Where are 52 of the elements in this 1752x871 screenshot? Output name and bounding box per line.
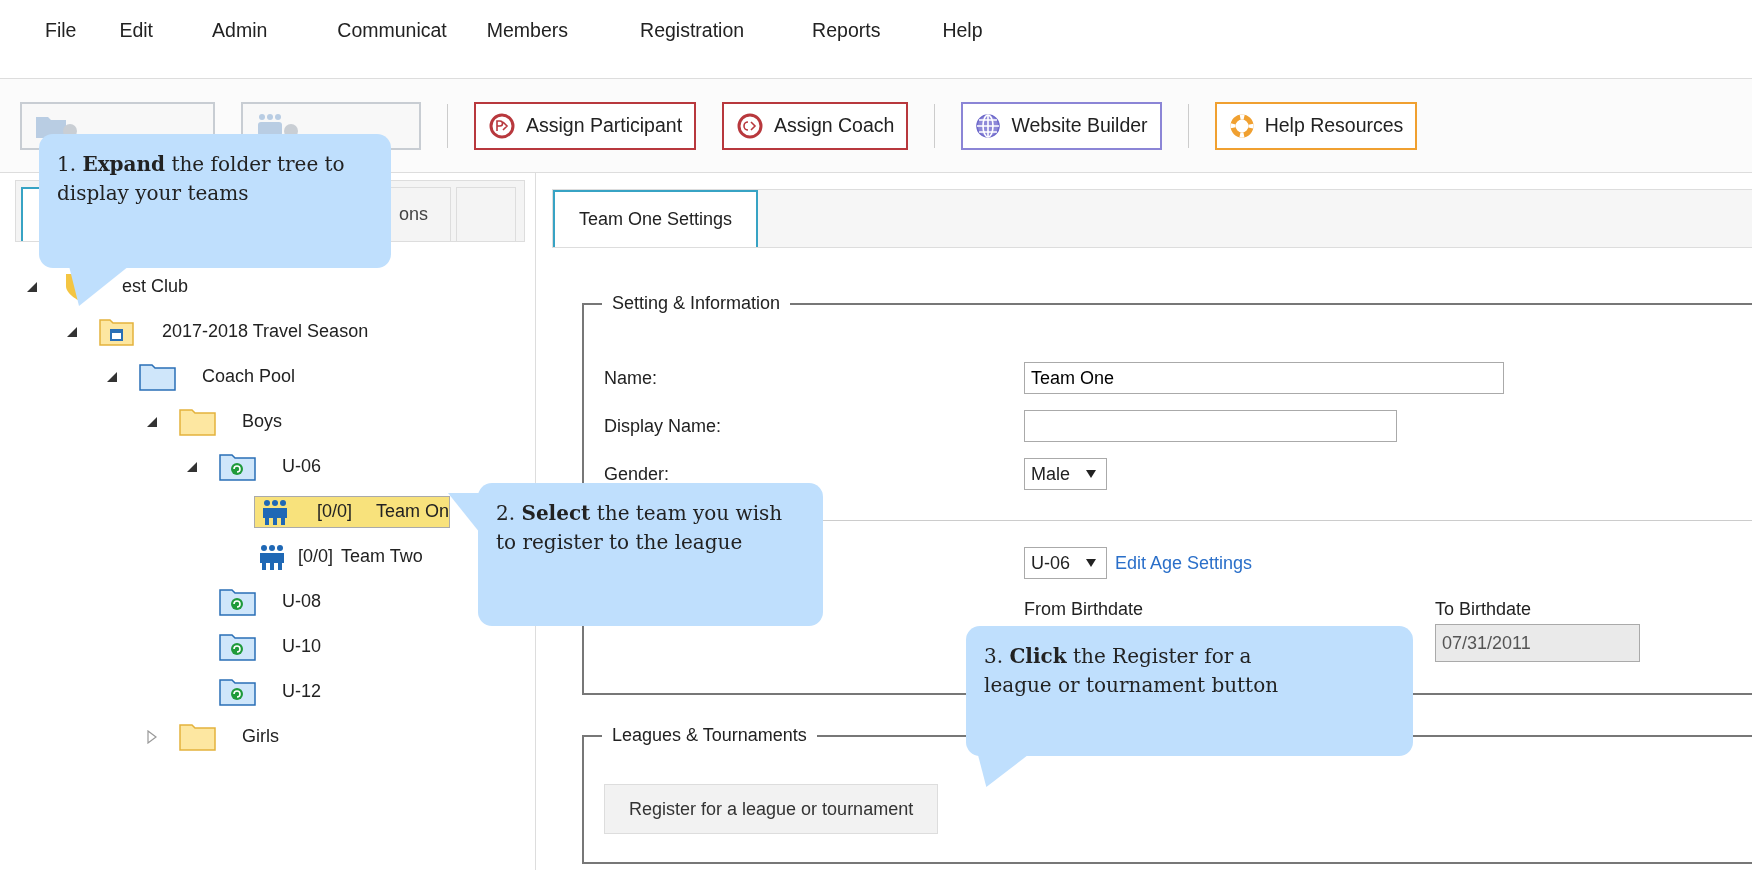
tree-item[interactable]: [0/0] Team On [254,495,451,528]
menu-item[interactable]: Reports [812,18,881,42]
tree-item[interactable]: U-12 [214,671,325,712]
tree-item[interactable]: [0/0] Team Two [254,536,423,577]
tree-item[interactable]: U-08 [214,581,325,622]
menu-item[interactable]: Members [486,18,569,42]
field-label: To Birthdate [1435,599,1533,620]
field-label: From Birthdate [1024,599,1144,620]
lifebuoy-icon [1228,112,1255,139]
toolbar-button[interactable]: Assign Participant [474,101,697,150]
menu-item[interactable]: Admin [212,18,268,42]
tree-item[interactable]: U-06 [214,446,325,487]
edit-age-link[interactable]: Edit Age Settings [1115,552,1253,574]
collapsed-arrow-icon[interactable] [146,729,158,744]
menu-item[interactable]: Communicat [337,18,447,42]
group-legend: Leagues & Tournaments [602,725,817,746]
tree-item[interactable]: Coach Pool [134,356,300,397]
callout-tooltip: 3. Click the Register for a league or tournament button [966,626,1413,787]
globe-icon [975,112,1002,139]
group-legend: Setting & Information [602,293,791,314]
field-label: Name: [604,367,658,389]
caret-icon [1086,470,1096,478]
menu-item[interactable]: Edit [119,18,154,42]
field-label: Gender: [604,463,671,485]
toolbar-button[interactable]: Assign Coach [722,101,909,150]
menu-item[interactable]: File [45,18,77,42]
expanded-arrow-icon[interactable] [26,280,38,293]
people-icon [261,497,289,526]
people-icon [258,542,286,571]
toolbar-button[interactable]: Website Builder [961,101,1162,150]
caret-icon [1086,559,1096,567]
age-select[interactable]: U-06 [1024,547,1107,579]
expanded-arrow-icon[interactable] [186,460,198,473]
tree-item[interactable]: 2017-2018 Travel Season [94,311,373,352]
menu-item[interactable]: Registration [640,18,745,42]
tree-item[interactable]: Girls [174,716,283,757]
text-field[interactable]: Team One [1024,362,1504,394]
settings-tab[interactable]: Team One Settings [553,190,759,247]
callout-pointer [448,493,480,533]
menu-item[interactable]: Help [942,18,983,42]
tree-item[interactable]: Boys [174,401,287,442]
expanded-arrow-icon[interactable] [66,325,78,338]
expanded-arrow-icon[interactable] [146,415,158,428]
register-button[interactable]: Register for a league or tournament [604,784,939,834]
callout-pointer [978,755,1028,787]
gender-select[interactable]: Male [1024,458,1107,490]
callout-tooltip: 2. Select the team you wish to register to the league [448,483,823,626]
expanded-arrow-icon[interactable] [106,370,118,383]
toolbar-button[interactable]: Help Resources [1214,101,1418,150]
field-label: Display Name: [604,415,723,437]
tree-item[interactable]: U-10 [214,626,325,667]
text-field[interactable] [1024,410,1397,442]
